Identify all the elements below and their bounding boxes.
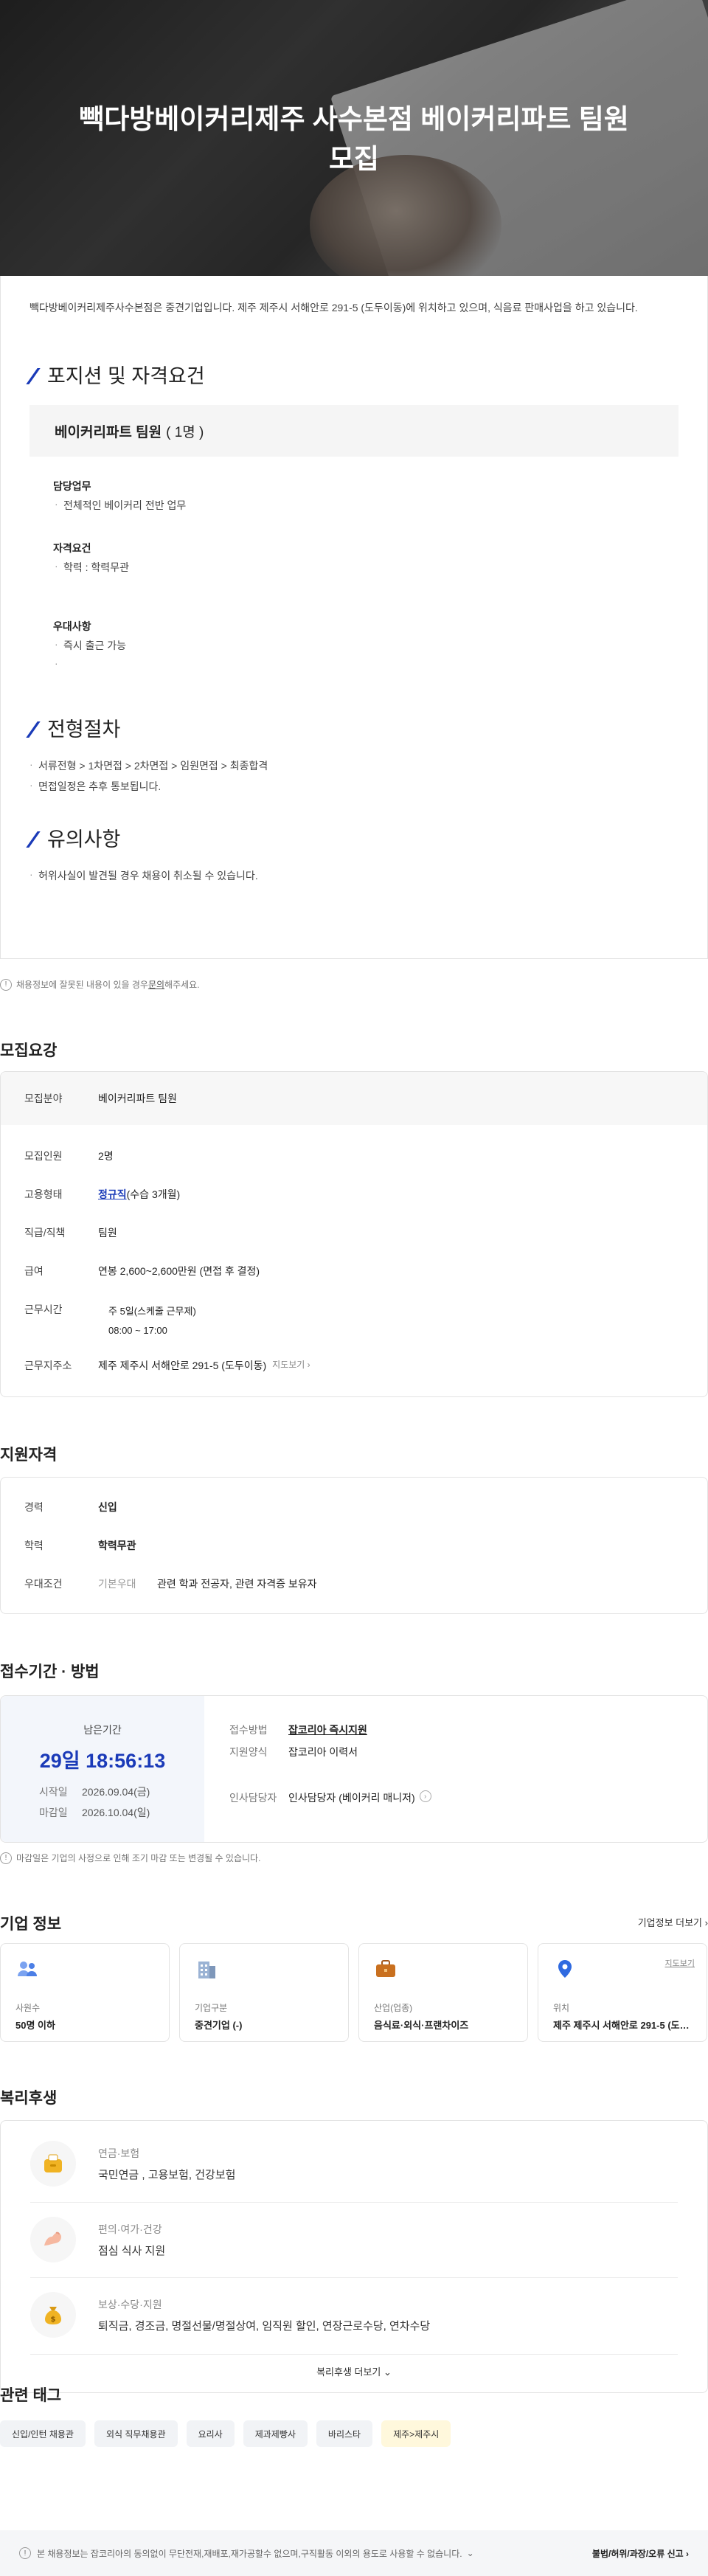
hero-banner: 빽다방베이커리제주 사수본점 베이커리파트 팀원 모집 (0, 0, 708, 276)
list-item: 면접일정은 추후 통보됩니다. (30, 779, 678, 794)
summary-row: 직급/직책 팀원 (24, 1227, 117, 1239)
benefits-card: 연금·보험 국민연금 , 고용보험, 건강보험 편의·여가·건강 점심 식사 지… (0, 2120, 708, 2393)
company-card-type: 기업구분 중견기업 (-) (179, 1943, 349, 2042)
list-item: 전체적인 베이커리 전반 업무 (53, 498, 678, 513)
list-item (53, 657, 678, 671)
list-item: 학력 : 학력무관 (53, 560, 678, 575)
tag-item[interactable]: 요리사 (186, 2420, 235, 2447)
svg-text:$: $ (51, 2316, 56, 2324)
arm-muscle-icon (30, 2217, 76, 2262)
tag-item[interactable]: 제주>제주시 (381, 2420, 451, 2447)
info-icon: ! (0, 978, 12, 991)
chevron-right-icon: › (686, 2548, 689, 2559)
summary-row: 근무지주소 제주 제주시 서해안로 291-5 (도두이동) 지도보기 › (24, 1358, 310, 1371)
benefit-row: 연금·보험 국민연금 , 고용보험, 건강보험 (30, 2127, 678, 2201)
chevron-right-icon: › (704, 1917, 708, 1928)
tag-item[interactable]: 외식 직무채용관 (94, 2420, 178, 2447)
tags-title: 관련 태그 (0, 2387, 62, 2404)
slash-icon (30, 720, 43, 736)
chevron-down-icon: ⌄ (384, 2366, 392, 2378)
arrow-circle-icon[interactable]: › (419, 1790, 431, 1802)
pref-label: 우대사항 (53, 620, 91, 632)
building-icon (195, 1957, 218, 1981)
tag-item[interactable]: 신입/인턴 채용관 (0, 2420, 86, 2447)
tag-list: 신입/인턴 채용관 외식 직무채용관 요리사 제과제빵사 바리스타 제주>제주시 (0, 2420, 451, 2447)
report-button[interactable]: 불법/허위/과장/오류 신고 › (592, 2547, 689, 2560)
slash-icon (30, 367, 43, 383)
list-item: 08:00 ~ 17:00 (108, 1325, 167, 1336)
apply-card: 남은기간 29일 18:56:13 시작일 2026.09.04(금) 마감일 20… (0, 1695, 708, 1843)
section-title-position: 포지션 및 자격요건 (30, 360, 678, 389)
list-item: 주 5일(스케줄 근무제) (108, 1306, 196, 1317)
qualification-row: 우대조건 기본우대 관련 학과 전공자, 관련 자격증 보유자 (24, 1578, 317, 1590)
summary-row: 근무시간 주 5일(스케줄 근무제) 08:00 ~ 17:00 (24, 1302, 196, 1340)
summary-row: 모집인원 2명 (24, 1150, 114, 1162)
deadline-panel: 남은기간 29일 18:56:13 시작일 2026.09.04(금) 마감일 20… (1, 1696, 204, 1842)
position-detail: 담당업무 전체적인 베이커리 전반 업무 자격요건 학력 : 학력무관 우대사항… (0, 479, 708, 671)
duty-label: 담당업무 (53, 480, 91, 492)
summary-title: 모집요강 (0, 1042, 58, 1059)
briefcase-icon (374, 1957, 398, 1981)
tag-item[interactable]: 바리스타 (316, 2420, 373, 2447)
position-box: 베이커리파트 팀원 ( 1명 ) (30, 405, 678, 457)
notice-lines: 허위사실이 발견될 경우 채용이 취소될 수 있습니다. (0, 868, 708, 883)
summary-card: 모집분야 베이커리파트 팀원 모집인원 2명 고용형태 정규직(수습 3개월) … (0, 1071, 708, 1397)
location-pin-icon (553, 1957, 577, 1981)
people-icon (15, 1957, 39, 1981)
employment-type-link[interactable]: 정규직 (98, 1188, 127, 1200)
section-title-process: 전형절차 (30, 713, 678, 742)
qualification-row: 학력 학력무관 (24, 1540, 136, 1551)
company-intro: 빽다방베이커리제주사수본점은 중견기업입니다. 제주 제주시 서해안로 291-… (30, 302, 638, 314)
map-link[interactable]: 지도보기 (665, 1957, 695, 1969)
benefit-row: 편의·여가·건강 점심 식사 지원 (30, 2203, 678, 2276)
summary-field-row: 모집분야 베이커리파트 팀원 (1, 1072, 707, 1125)
quick-apply-link[interactable]: 잡코리아 즉시지원 (288, 1722, 367, 1737)
map-link[interactable]: 지도보기 › (272, 1358, 310, 1371)
summary-row: 고용형태 정규직(수습 3개월) (24, 1188, 181, 1200)
benefits-title: 복리후생 (0, 2090, 58, 2107)
qualification-row: 경력 신입 (24, 1501, 117, 1513)
section-title-notice: 유의사항 (30, 823, 678, 852)
list-item: 즉시 출근 가능 (53, 638, 678, 653)
page-title: 빽다방베이커리제주 사수본점 베이커리파트 팀원 모집 (79, 104, 629, 174)
company-card-employees: 사원수 50명 이하 (0, 1943, 170, 2042)
chevron-right-icon: › (307, 1360, 310, 1370)
benefits-more-button[interactable]: 복리후생 더보기 ⌄ (1, 2364, 707, 2378)
report-link[interactable]: 문의 (148, 978, 164, 991)
process-lines: 서류전형 > 1차면접 > 2차면접 > 임원면접 > 최종합격 면접일정은 추… (0, 758, 708, 794)
tag-item[interactable]: 제과제빵사 (243, 2420, 308, 2447)
money-bag-icon: $ (30, 2292, 76, 2338)
slash-icon (30, 830, 43, 846)
qualification-title: 지원자격 (0, 1447, 58, 1464)
qualification-card: 경력 신입 학력 학력무관 우대조건 기본우대 관련 학과 전공자, 관련 자격… (0, 1477, 708, 1614)
company-card-industry: 산업(업종) 음식료·외식·프랜차이즈 (358, 1943, 528, 2042)
report-notice: ! 채용정보에 잘못된 내용이 있을 경우 문의 해주세요. (0, 978, 200, 991)
countdown: 29일 18:56:13 (39, 1750, 166, 1772)
piggy-bank-icon (30, 2141, 76, 2187)
qual-label: 자격요건 (53, 542, 91, 554)
company-card-location: 지도보기 위치 제주 제주시 서해안로 291-5 (도두이동) (538, 1943, 707, 2042)
list-item: 서류전형 > 1차면접 > 2차면접 > 임원면접 > 최종합격 (30, 758, 678, 773)
chevron-down-icon[interactable]: ⌄ (467, 2548, 474, 2558)
summary-row: 급여 연봉 2,600~2,600만원 (면접 후 결정) (24, 1265, 260, 1277)
benefit-row: $ 보상·수당·지원 퇴직금, 경조금, 명절선물/명절상여, 임직원 할인, … (30, 2278, 678, 2352)
apply-title: 접수기간 · 방법 (0, 1663, 100, 1680)
info-icon: ! (19, 2547, 31, 2559)
company-title: 기업 정보 (0, 1916, 62, 1933)
list-item: 허위사실이 발견될 경우 채용이 취소될 수 있습니다. (30, 868, 678, 883)
company-more-link[interactable]: 기업정보 더보기 › (638, 1915, 708, 1929)
footer-notice: ! 본 채용정보는 잡코리아의 동의없이 무단전재,재배포,재가공할수 없으며,… (0, 2530, 708, 2576)
deadline-note: ! 마감일은 기업의 사정으로 인해 조기 마감 또는 변경될 수 있습니다. (0, 1852, 260, 1864)
info-icon: ! (0, 1852, 12, 1864)
